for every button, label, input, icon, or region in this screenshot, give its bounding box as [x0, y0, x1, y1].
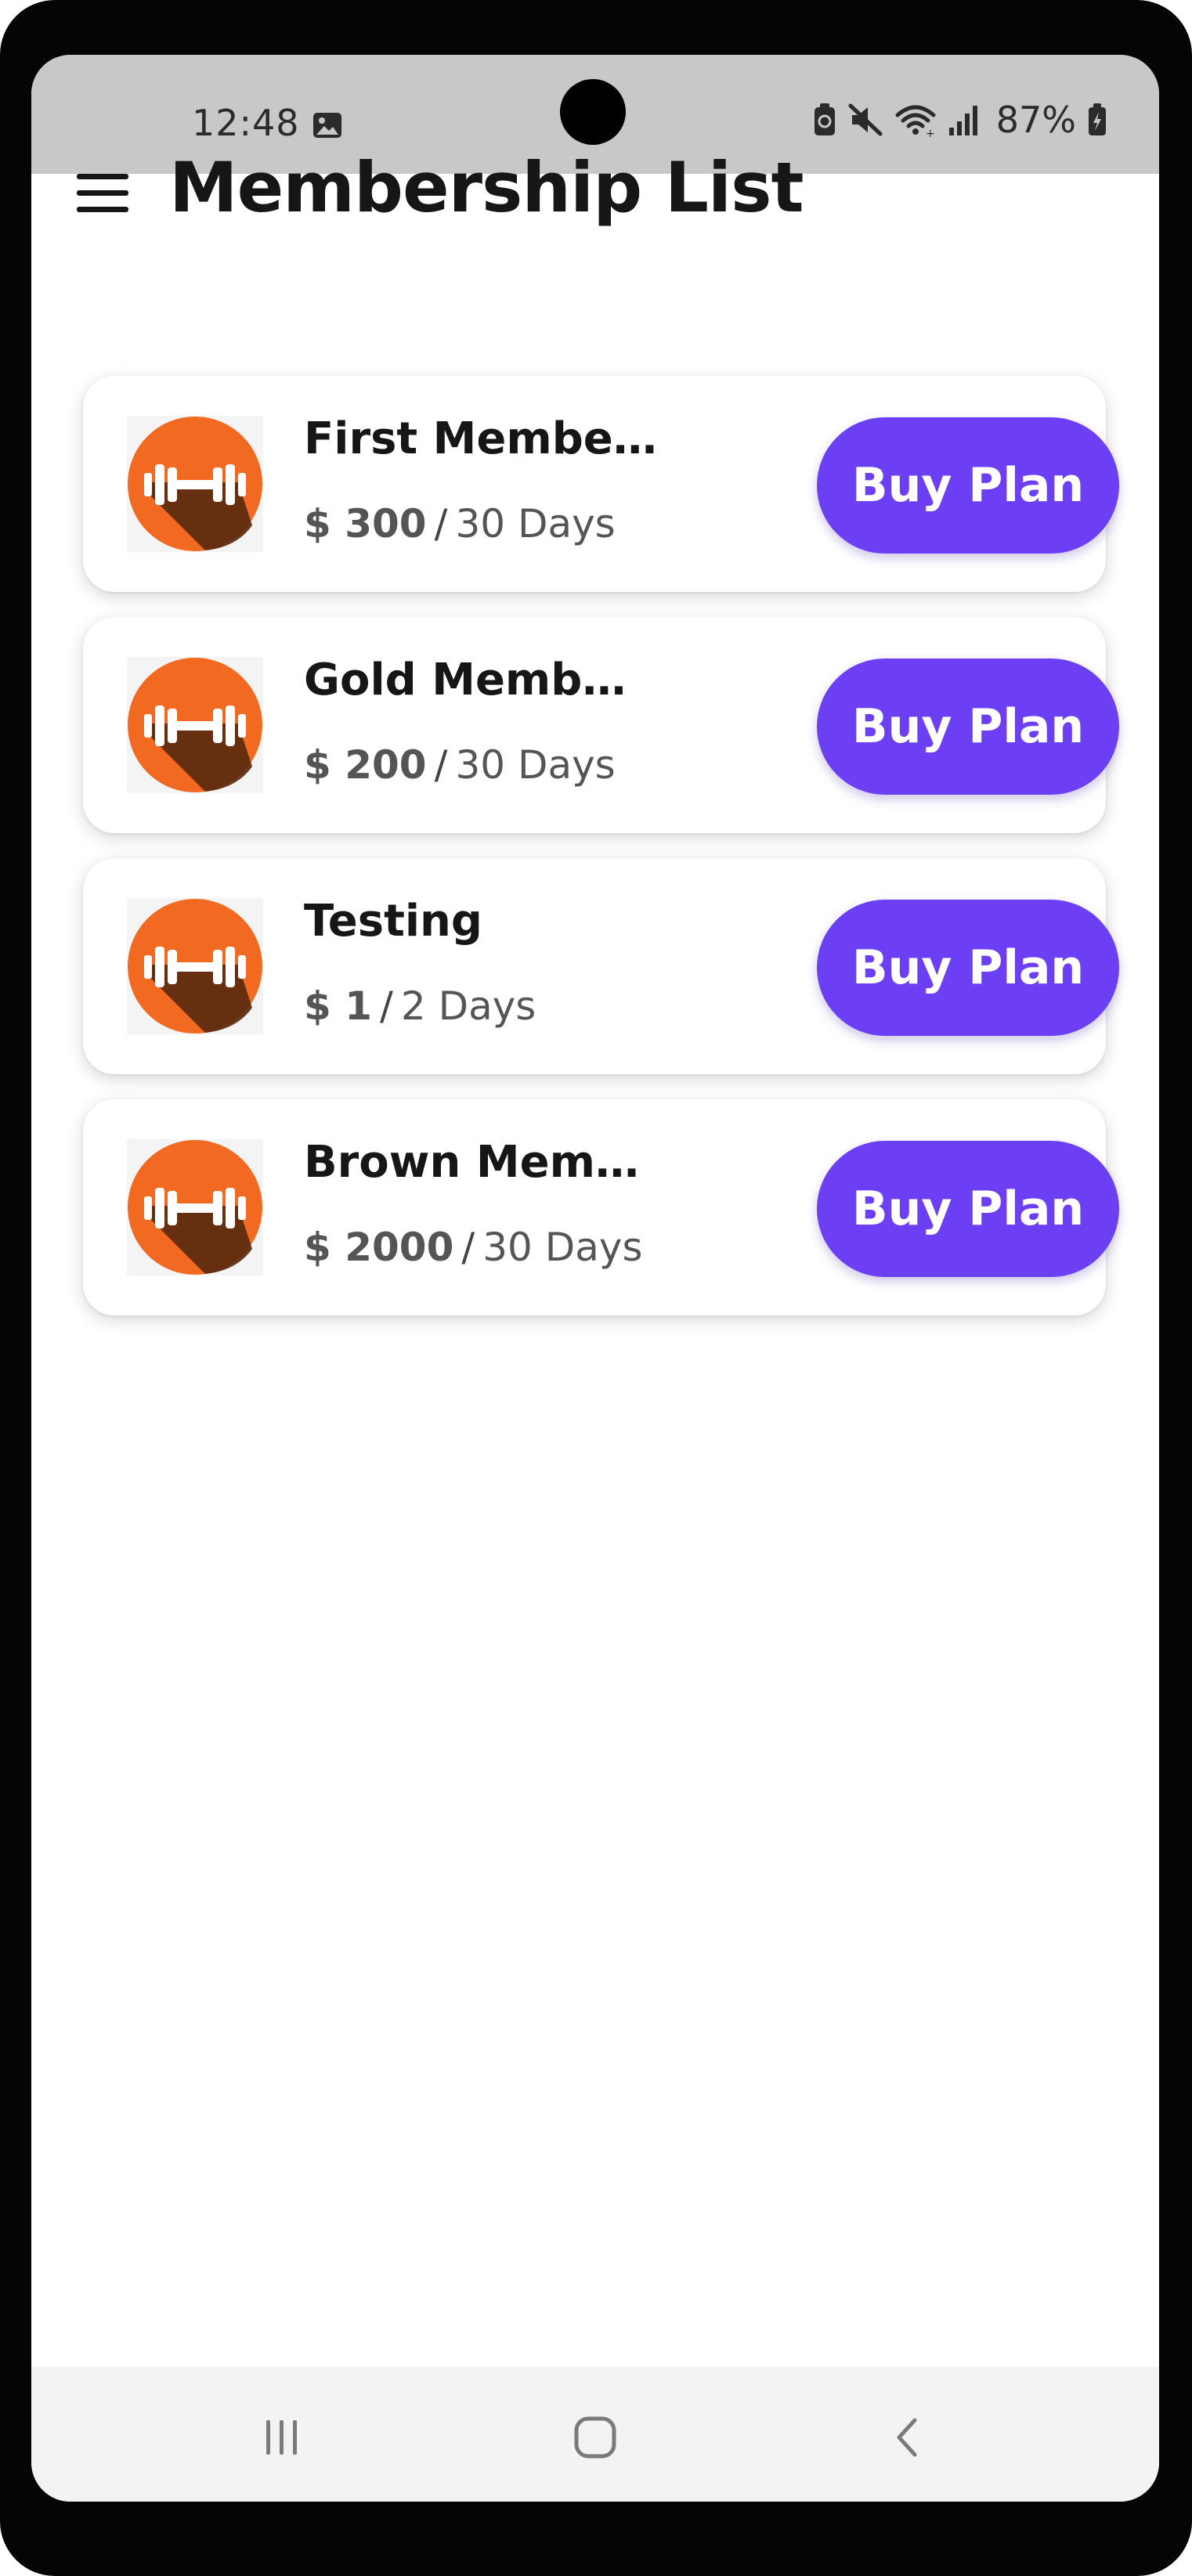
- battery-charging-icon: [1089, 103, 1106, 135]
- battery-percentage: 87%: [995, 99, 1076, 141]
- mute-icon: [848, 103, 883, 136]
- plan-price-line: $ 1/2 Days: [304, 983, 536, 1029]
- plan-duration: 30 Days: [455, 742, 616, 788]
- dumbbell-logo-icon: [127, 1139, 263, 1275]
- plan-name: Testing: [304, 896, 482, 947]
- buy-plan-button[interactable]: Buy Plan: [817, 1141, 1119, 1277]
- phone-frame: 12:48 + 87% Membership List First Membe……: [0, 0, 1192, 2576]
- plan-card: First Membe… $ 300/30 Days Buy Plan: [83, 376, 1119, 592]
- plan-card: Gold Memb… $ 200/30 Days Buy Plan: [83, 617, 1119, 833]
- price-separator: /: [380, 983, 393, 1029]
- dumbbell-logo-icon: [127, 898, 263, 1034]
- signal-icon: [948, 106, 977, 135]
- plan-price-line: $ 2000/30 Days: [304, 1225, 643, 1270]
- gallery-icon: [313, 113, 341, 138]
- buy-plan-button[interactable]: Buy Plan: [817, 900, 1119, 1036]
- plan-duration: 30 Days: [455, 501, 616, 547]
- dumbbell-logo-icon: [127, 416, 263, 552]
- front-camera: [560, 79, 626, 145]
- home-button[interactable]: [556, 2398, 634, 2477]
- back-button[interactable]: [869, 2398, 948, 2477]
- dumbbell-logo-icon: [127, 657, 263, 793]
- price-separator: /: [434, 742, 448, 788]
- buy-plan-button[interactable]: Buy Plan: [817, 417, 1119, 554]
- plan-price: $ 300: [304, 501, 427, 547]
- wifi-icon: +: [895, 105, 936, 137]
- plan-name: First Membe…: [304, 413, 657, 464]
- price-separator: /: [461, 1225, 475, 1270]
- plan-price-line: $ 300/30 Days: [304, 501, 616, 547]
- plan-price: $ 2000: [304, 1225, 454, 1270]
- status-time: 12:48: [192, 102, 300, 144]
- plan-card: Testing $ 1/2 Days Buy Plan: [83, 858, 1119, 1074]
- buy-plan-button[interactable]: Buy Plan: [817, 658, 1119, 795]
- svg-text:+: +: [926, 128, 935, 137]
- plan-name: Brown Mem…: [304, 1137, 639, 1188]
- plan-duration: 30 Days: [482, 1225, 643, 1270]
- system-nav-bar: [31, 2367, 1159, 2502]
- plan-card: Brown Mem… $ 2000/30 Days Buy Plan: [83, 1099, 1119, 1315]
- back-icon: [897, 2418, 917, 2457]
- plan-duration: 2 Days: [400, 983, 536, 1029]
- hamburger-menu-icon[interactable]: [77, 169, 132, 216]
- plan-price-line: $ 200/30 Days: [304, 742, 616, 788]
- page-title: Membership List: [169, 147, 804, 228]
- status-icons: + 87%: [813, 99, 1107, 141]
- recent-apps-icon: [266, 2420, 297, 2455]
- recent-apps-button[interactable]: [243, 2398, 321, 2477]
- battery-saver-icon: [814, 103, 835, 135]
- price-separator: /: [434, 501, 448, 547]
- plan-price: $ 1: [304, 983, 372, 1029]
- plan-name: Gold Memb…: [304, 655, 627, 705]
- screen: 12:48 + 87% Membership List First Membe……: [31, 55, 1159, 2502]
- plan-price: $ 200: [304, 742, 427, 788]
- home-icon: [574, 2416, 616, 2459]
